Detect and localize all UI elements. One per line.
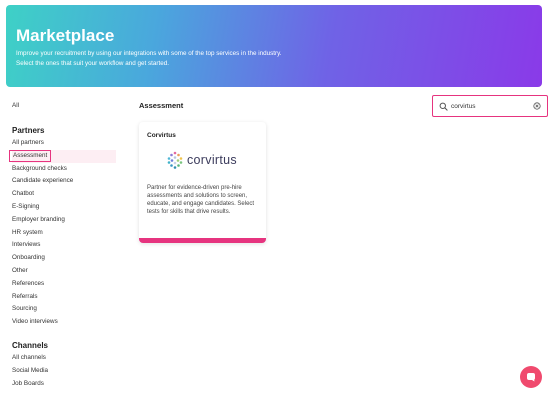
page-title: Marketplace (16, 26, 115, 45)
sidebar-item-candidate-experience[interactable]: Candidate experience (12, 175, 116, 188)
partners-heading: Partners (12, 126, 45, 135)
sidebar-item-job-boards[interactable]: Job Boards (12, 378, 116, 391)
sidebar-item-sourcing[interactable]: Sourcing (12, 303, 116, 316)
channels-heading: Channels (12, 340, 49, 350)
sidebar-item-all[interactable]: All (12, 100, 116, 112)
sidebar-item-employer-branding[interactable]: Employer branding (12, 214, 116, 227)
hero-line-2: Select the ones that suit your workflow … (16, 60, 169, 67)
hero-line-1: Improve your recruitment by using our in… (16, 50, 282, 57)
channels-list: All channels Social Media Job Boards (12, 352, 116, 390)
sidebar-item-social-media[interactable]: Social Media (12, 365, 116, 378)
sidebar-item-assessment[interactable]: Assessment (9, 149, 116, 163)
clear-search-icon[interactable] (533, 102, 541, 110)
logo-wordmark: corvirtus (187, 153, 237, 167)
card-title: Corvirtus (147, 132, 176, 139)
sidebar-item-background-checks[interactable]: Background checks (12, 163, 116, 176)
sidebar-item-e-signing[interactable]: E-Signing (12, 201, 116, 214)
hero-description: Improve your recruitment by using our in… (16, 49, 532, 69)
search-icon (439, 102, 448, 111)
sidebar-item-video-interviews[interactable]: Video interviews (12, 316, 116, 329)
hero-banner: Marketplace Improve your recruitment by … (6, 5, 542, 87)
search-box[interactable]: corvirtus (432, 95, 548, 117)
section-title: Assessment (139, 101, 184, 110)
partners-list: All partners Assessment Background check… (9, 137, 116, 329)
sidebar-item-chatbot[interactable]: Chatbot (12, 188, 116, 201)
card-logo: corvirtus (167, 151, 237, 169)
sidebar-item-interviews[interactable]: Interviews (12, 239, 116, 252)
sidebar-item-other[interactable]: Other (12, 265, 116, 278)
chat-icon (527, 373, 535, 382)
sidebar-item-referrals[interactable]: Referrals (12, 291, 116, 304)
corvirtus-logo-icon (167, 151, 183, 169)
sidebar-item-hr-system[interactable]: HR system (12, 227, 116, 240)
chat-launcher-button[interactable] (520, 366, 542, 388)
card-accent-bar (139, 238, 266, 243)
card-description: Partner for evidence-driven pre-hire ass… (147, 185, 255, 215)
sidebar-item-references[interactable]: References (12, 278, 116, 291)
search-input[interactable]: corvirtus (451, 103, 533, 110)
partner-card-corvirtus[interactable]: Corvirtus corvirtus Partner for evidence… (139, 122, 266, 243)
sidebar-item-all-partners[interactable]: All partners (12, 137, 116, 150)
sidebar: All Partners All partners Assessment Bac… (9, 100, 116, 390)
sidebar-item-onboarding[interactable]: Onboarding (12, 252, 116, 265)
sidebar-item-all-channels[interactable]: All channels (12, 352, 116, 365)
